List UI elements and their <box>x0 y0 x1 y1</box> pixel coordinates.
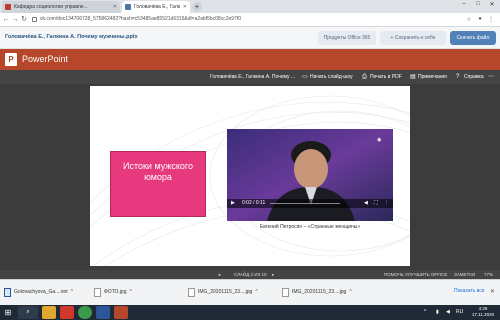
video-caption: Евгений Петросян – «Странные женщины» <box>259 224 361 230</box>
print-pdf-button[interactable]: Печать в PDF <box>370 72 402 82</box>
video-progress-track[interactable] <box>270 203 340 204</box>
print-icon: ⎙ <box>362 74 367 80</box>
close-tab-icon[interactable]: ✕ <box>113 4 117 10</box>
opera-icon[interactable] <box>60 306 74 319</box>
download-filename: IMG_20201115_23....jpg <box>292 289 347 295</box>
clock-date: 17.11.2020 <box>471 312 495 317</box>
profile-icon[interactable]: ● <box>476 16 484 22</box>
close-tab-icon[interactable]: ✕ <box>183 4 187 10</box>
chrome-icon[interactable] <box>78 306 92 319</box>
chevron-up-icon[interactable]: ^ <box>255 289 257 295</box>
notes-button[interactable]: Примечания <box>418 72 447 82</box>
start-icon[interactable]: ⊞ <box>2 306 14 319</box>
tray-arrow-icon[interactable]: ^ <box>424 309 426 315</box>
fullscreen-icon[interactable]: ⛶ <box>374 199 378 208</box>
show-all-downloads-link[interactable]: Показать все <box>454 288 485 294</box>
download-item[interactable]: Golovachyova_Ga....ont ^ <box>4 283 88 301</box>
help-button[interactable]: Справка <box>464 72 484 82</box>
powerpoint-logo-icon: P <box>5 53 17 66</box>
search-icon[interactable]: ⌕ <box>18 306 38 319</box>
maximize-window-icon[interactable]: □ <box>472 1 484 7</box>
download-filename: IMG_20201115_23....jpg <box>198 289 253 295</box>
browser-tab-2[interactable]: Головачёва Е., Галкина А. Почем ✕ <box>122 1 190 13</box>
svg-text:◉: ◉ <box>377 137 382 143</box>
tab-label: Кафедра социологии управле... <box>14 4 88 10</box>
star-icon[interactable]: ☆ <box>465 16 473 23</box>
powerpoint-icon[interactable] <box>114 306 128 319</box>
image-file-icon <box>282 287 289 297</box>
video-time: 0:02 / 0:11 <box>242 200 266 206</box>
download-filename: ФОТО.jpg <box>104 289 127 295</box>
office-products-button[interactable]: Продукты Office 365 <box>318 31 376 45</box>
chevron-up-icon[interactable]: ^ <box>71 289 73 295</box>
start-slideshow-button[interactable]: Начать слайд-шоу <box>310 72 353 82</box>
prev-slide-icon[interactable]: ◂ <box>218 270 220 279</box>
play-icon[interactable]: ▶ <box>231 199 235 208</box>
help-improve-office-link[interactable]: ПОМОЧЬ УЛУЧШИТЬ OFFICE <box>384 270 447 279</box>
image-file-icon <box>94 287 101 297</box>
favicon-icon <box>5 4 11 10</box>
chevron-up-icon[interactable]: ^ <box>349 289 351 295</box>
powerpoint-header <box>0 49 500 70</box>
menu-icon[interactable]: ⋮ <box>487 16 495 23</box>
document-file-icon <box>4 287 11 297</box>
minimize-window-icon[interactable]: – <box>458 1 470 7</box>
network-icon[interactable]: ▮ <box>436 309 439 315</box>
close-window-icon[interactable]: ✕ <box>486 1 498 8</box>
download-file-button[interactable]: Скачать файл <box>450 31 496 45</box>
clock[interactable]: 4:29 17.11.2020 <box>470 306 496 318</box>
download-item[interactable]: IMG_20201115_23....jpg ^ <box>188 283 272 301</box>
slide-counter: СЛАЙД 2 ИЗ 10 <box>234 272 267 277</box>
volume-tray-icon[interactable]: ◀ <box>446 309 450 315</box>
chevron-up-icon[interactable]: ^ <box>129 289 131 295</box>
help-icon: ? <box>456 74 460 80</box>
download-filename: Golovachyova_Ga....ont <box>14 289 68 295</box>
image-file-icon <box>188 287 195 297</box>
app-name: PowerPoint <box>22 54 69 64</box>
tab-label: Головачёва Е., Галкина А. Почем <box>134 4 180 10</box>
slide-heading: Истоки мужского юмора <box>122 161 193 182</box>
zoom-level[interactable]: 77% <box>484 270 493 279</box>
close-downloads-icon[interactable]: ✕ <box>490 288 495 295</box>
forward-icon[interactable]: → <box>11 16 19 24</box>
save-to-me-button[interactable]: + Сохранить к себе <box>380 31 446 45</box>
volume-icon[interactable]: ◀ <box>364 199 368 208</box>
document-name: Головачёва Е., Галкина А. Почему ... <box>210 74 296 80</box>
favicon-icon <box>125 4 131 10</box>
word-icon[interactable] <box>96 306 110 319</box>
more-options-icon[interactable]: ⋯ <box>488 73 494 81</box>
back-icon[interactable]: ← <box>2 16 10 24</box>
file-explorer-icon[interactable] <box>42 306 56 319</box>
new-tab-button[interactable]: + <box>192 2 202 12</box>
notes-icon: ▤ <box>410 74 416 80</box>
language-indicator[interactable]: RU <box>456 309 463 315</box>
download-item[interactable]: IMG_20201115_23....jpg ^ <box>282 283 366 301</box>
reload-icon[interactable]: ↻ <box>20 16 28 24</box>
doc-title: Головачёва Е., Галкина А. Почему мужчины… <box>5 34 138 40</box>
video-more-icon[interactable]: ⋮ <box>384 199 389 208</box>
download-item[interactable]: ФОТО.jpg ^ <box>94 283 178 301</box>
lock-icon <box>32 17 37 22</box>
slideshow-icon: ▭ <box>302 74 308 80</box>
next-slide-icon[interactable]: ▸ <box>272 270 274 279</box>
browser-tab-1[interactable]: Кафедра социологии управле... ✕ <box>2 1 120 13</box>
url-field[interactable]: vk.com/doc134706728_575862482?hash=c5348… <box>40 15 241 24</box>
notes-status-button[interactable]: ЗАМЕТКИ <box>454 270 475 279</box>
